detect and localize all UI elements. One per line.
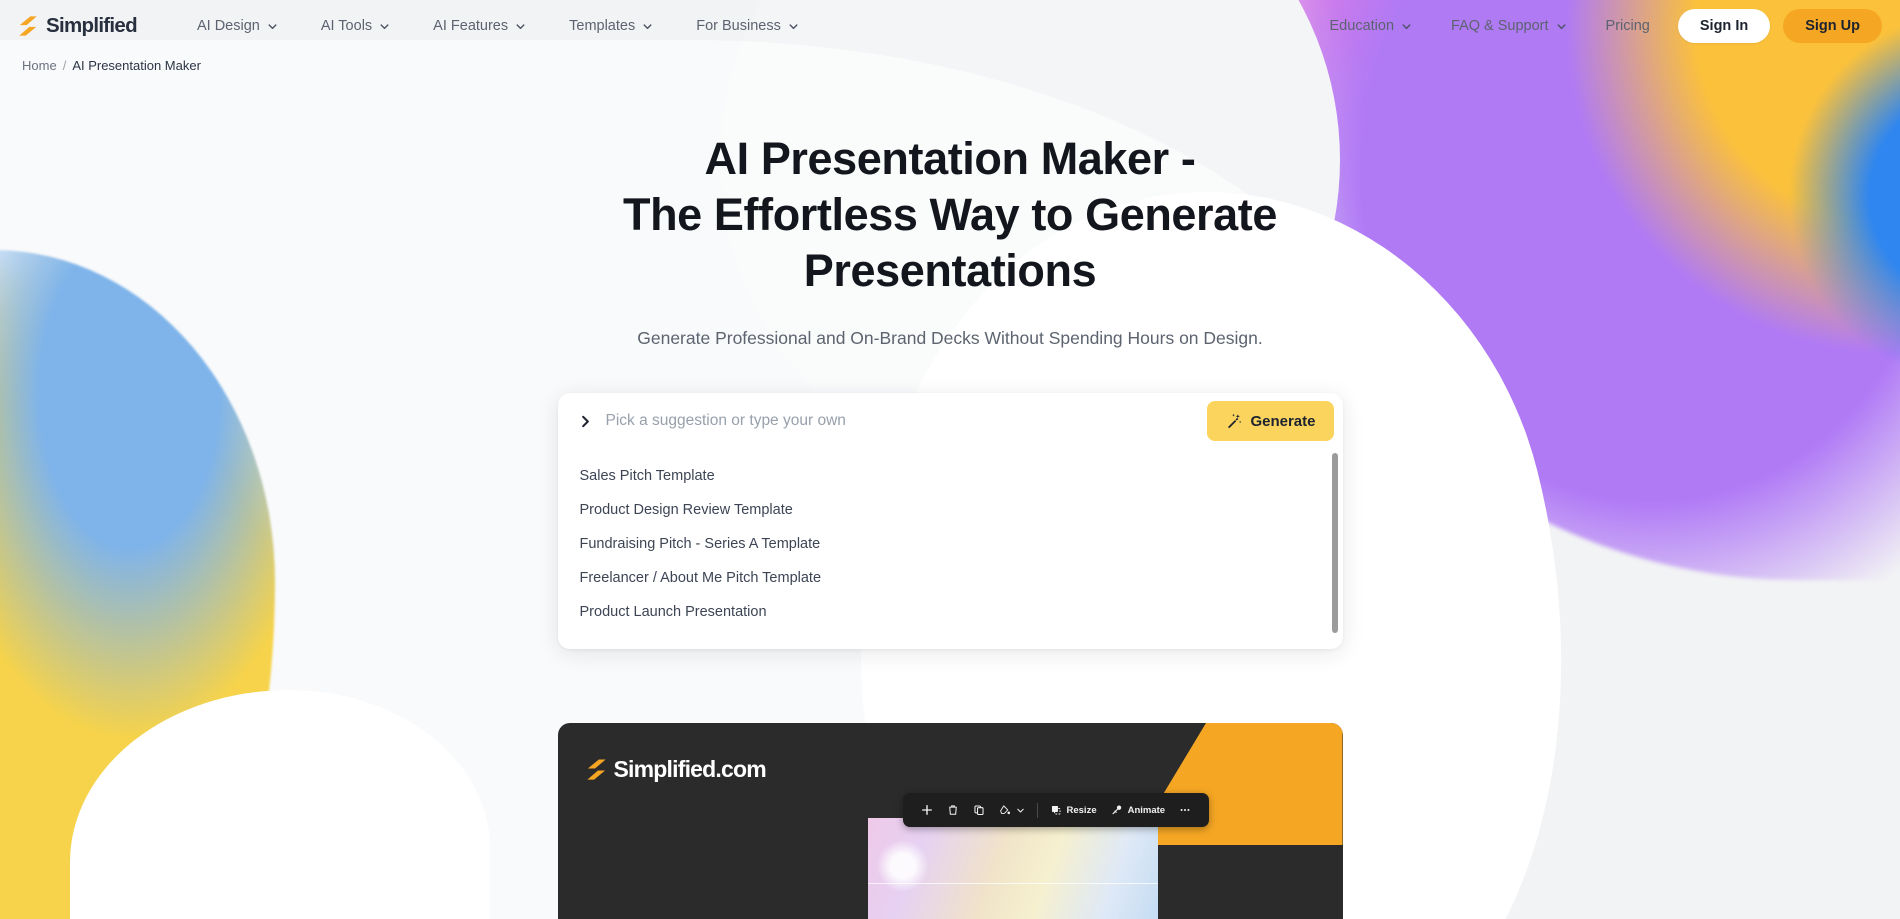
prompt-search-card: Generate Sales Pitch Template Product De… [557, 393, 1343, 649]
plus-icon [921, 805, 932, 815]
prompt-search-input[interactable] [605, 412, 1208, 430]
demo-video-panel[interactable]: Simplified.com Resize Animate [557, 723, 1343, 919]
breadcrumb-separator: / [62, 58, 67, 73]
page-title-line-2: The Effortless Way to Generate [623, 189, 1277, 240]
nav-item-label: AI Features [433, 18, 509, 34]
nav-item-label: Education [1329, 18, 1395, 34]
demo-editor-toolbar: Resize Animate [902, 793, 1210, 827]
nav-item-label: FAQ & Support [1451, 18, 1549, 34]
nav-secondary-items: Education FAQ & Support Pricing Sign In … [1310, 9, 1882, 43]
chevron-down-icon [642, 21, 652, 31]
add-element-button[interactable] [914, 793, 940, 827]
nav-item-pricing[interactable]: Pricing [1586, 12, 1670, 40]
demo-canvas-preview [867, 818, 1158, 919]
nav-item-ai-tools[interactable]: AI Tools [299, 12, 411, 40]
page-title: AI Presentation Maker - The Effortless W… [590, 131, 1310, 299]
gradient-blob-left-notch [70, 690, 490, 919]
list-item[interactable]: Freelancer / About Me Pitch Template [558, 561, 1343, 595]
brand-logo[interactable]: Simplified [17, 14, 138, 38]
animate-button-label: Animate [1127, 804, 1166, 816]
page-title-line-3: Presentations [803, 245, 1097, 296]
animate-button[interactable]: Animate [1104, 793, 1172, 827]
nav-item-label: Pricing [1605, 18, 1650, 34]
nav-item-faq-support[interactable]: FAQ & Support [1431, 12, 1586, 40]
list-item[interactable]: Sales Pitch Template [558, 459, 1343, 493]
resize-icon [1051, 805, 1061, 815]
nav-primary-items: AI Design AI Tools AI Features Templates [175, 12, 820, 40]
hero-section: AI Presentation Maker - The Effortless W… [0, 131, 1900, 349]
breadcrumb: Home / AI Presentation Maker [0, 52, 1900, 73]
nav-item-label: For Business [696, 18, 781, 34]
chevron-down-icon [788, 21, 798, 31]
nav-item-label: AI Design [196, 18, 260, 34]
more-options-icon [1180, 808, 1190, 812]
suggestions-scrollbar[interactable] [1331, 453, 1338, 633]
nav-item-templates[interactable]: Templates [547, 12, 674, 40]
generate-button-label: Generate [1250, 412, 1316, 430]
trash-icon [948, 805, 957, 815]
duplicate-icon [973, 805, 984, 816]
nav-item-education[interactable]: Education [1310, 12, 1432, 40]
list-item[interactable]: Product Design Review Template [558, 493, 1343, 527]
demo-logo: Simplified.com [585, 756, 767, 783]
toolbar-divider [1036, 802, 1038, 818]
duplicate-button[interactable] [966, 793, 992, 827]
resize-button-label: Resize [1066, 804, 1097, 816]
demo-alignment-guide [867, 883, 1158, 884]
chevron-down-icon [515, 21, 525, 31]
generate-button[interactable]: Generate [1207, 401, 1334, 441]
suggestions-list: Sales Pitch Template Product Design Revi… [558, 449, 1343, 649]
delete-button[interactable] [940, 793, 966, 827]
page-subtitle: Generate Professional and On-Brand Decks… [637, 328, 1263, 348]
simplified-logo-icon [19, 16, 37, 36]
demo-video-section: Simplified.com Resize Animate [557, 723, 1343, 919]
nav-item-ai-design[interactable]: AI Design [175, 12, 299, 40]
color-picker-icon [999, 805, 1010, 815]
brand-name: Simplified [46, 14, 138, 37]
resize-button[interactable]: Resize [1043, 793, 1104, 827]
simplified-logo-icon [586, 759, 606, 780]
top-navbar: Simplified AI Design AI Tools AI Feature… [0, 0, 1900, 52]
nav-item-ai-features[interactable]: AI Features [411, 12, 547, 40]
chevron-down-icon [1401, 21, 1411, 31]
nav-item-label: Templates [569, 18, 636, 34]
nav-item-label: AI Tools [320, 18, 373, 34]
chevron-right-icon [578, 414, 593, 429]
demo-logo-text: Simplified.com [613, 756, 767, 782]
list-item[interactable]: Fundraising Pitch - Series A Template [558, 527, 1343, 561]
chevron-down-icon [379, 21, 389, 31]
more-options-button[interactable] [1172, 793, 1198, 827]
page-root: Simplified AI Design AI Tools AI Feature… [0, 0, 1900, 919]
chevron-down-icon [1556, 21, 1566, 31]
chevron-down-icon [267, 21, 277, 31]
gradient-blob-left [0, 250, 275, 919]
chevron-down-icon [1016, 808, 1024, 813]
color-picker-button[interactable] [992, 793, 1032, 827]
animate-icon [1112, 805, 1121, 815]
nav-item-for-business[interactable]: For Business [674, 12, 820, 40]
magic-wand-icon [1225, 413, 1242, 430]
sign-up-button[interactable]: Sign Up [1783, 9, 1882, 43]
page-title-line-1: AI Presentation Maker - [704, 133, 1196, 184]
sign-in-button[interactable]: Sign In [1677, 9, 1771, 43]
breadcrumb-home-link[interactable]: Home [22, 58, 57, 73]
prompt-input-row: Generate [558, 393, 1343, 449]
prompt-search-section: Generate Sales Pitch Template Product De… [557, 393, 1343, 649]
list-item[interactable]: Product Launch Presentation [558, 595, 1343, 629]
breadcrumb-current: AI Presentation Maker [72, 58, 201, 73]
